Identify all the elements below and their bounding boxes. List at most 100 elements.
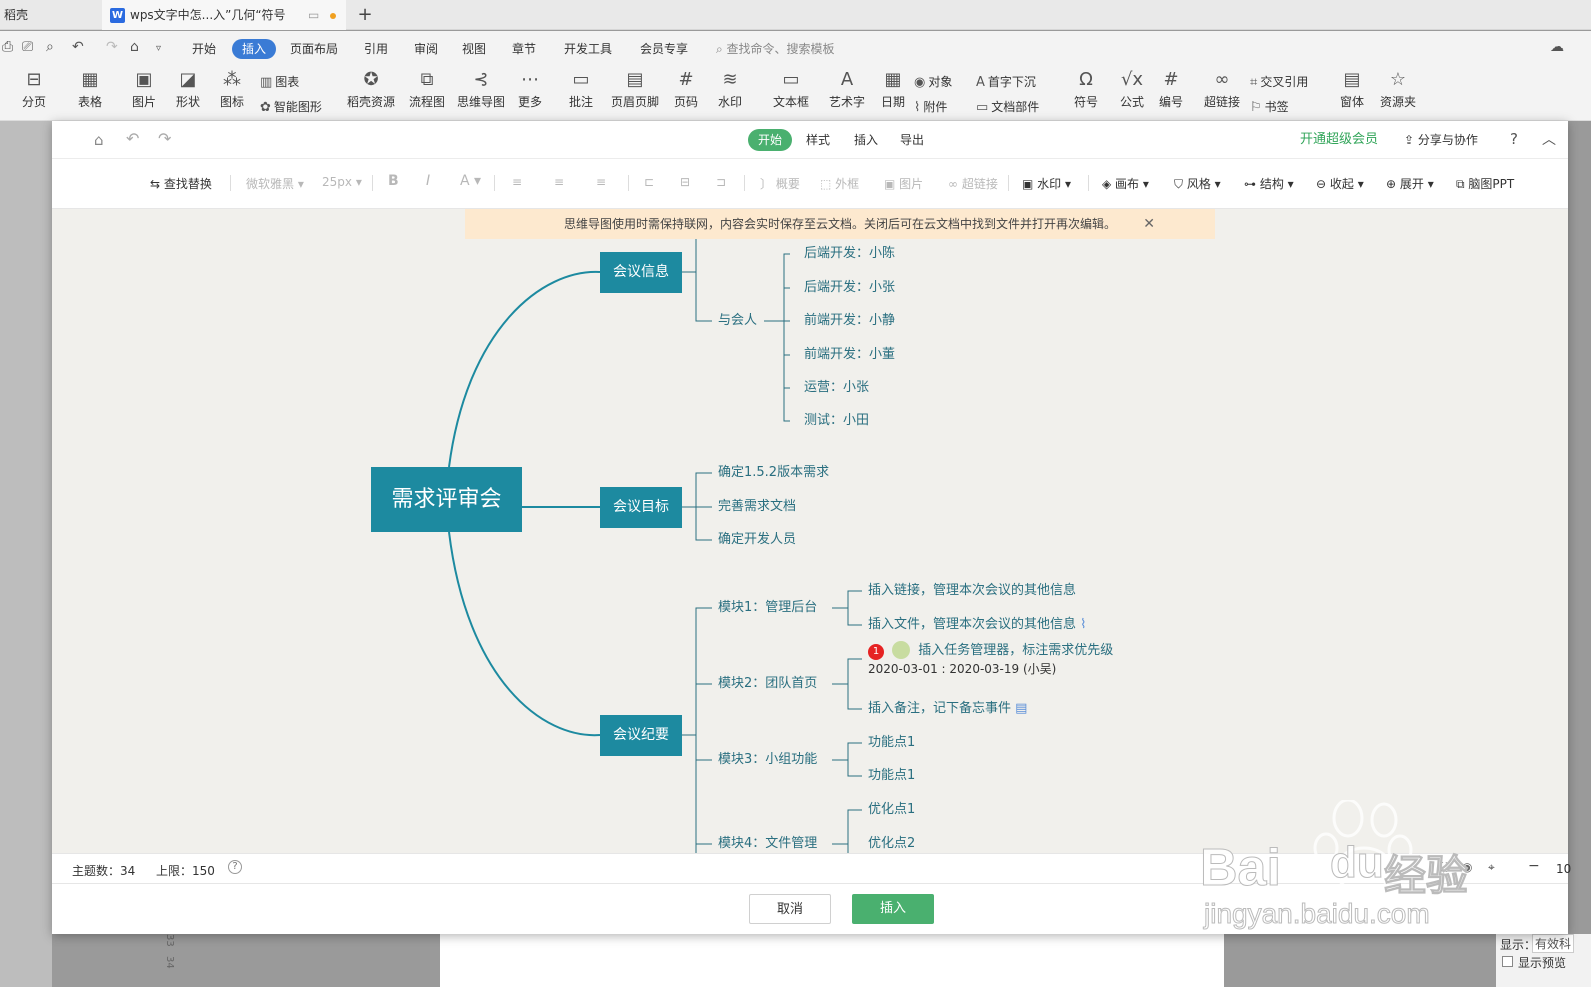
branch-minutes[interactable]: 会议纪要 — [600, 715, 682, 756]
module-node[interactable]: 模块4：文件管理 — [718, 836, 817, 852]
menu-insert[interactable]: 插入 — [232, 39, 277, 59]
page-number-button[interactable]: # 页码 — [668, 69, 704, 110]
attendee-node[interactable]: 测试：小田 — [804, 413, 869, 429]
watermark-button[interactable]: ▣ 水印 ▾ — [1022, 175, 1071, 192]
progress-icon[interactable] — [892, 641, 911, 659]
command-search[interactable]: ⌕ 查找命令、搜索模板 — [716, 39, 835, 59]
wordart-button[interactable]: A 艺术字 — [824, 69, 870, 110]
paperclip-icon[interactable]: ⌇ — [1080, 617, 1086, 632]
preview-checkbox[interactable] — [1502, 956, 1513, 967]
share-button[interactable]: ⇪ 分享与协作 — [1404, 129, 1478, 151]
goal-node[interactable]: 确定开发人员 — [718, 532, 796, 548]
vip-link[interactable]: 开通超级会员 — [1300, 129, 1378, 151]
undo-icon[interactable]: ↶ — [72, 39, 84, 55]
header-footer-button[interactable]: ▤ 页眉页脚 — [610, 69, 660, 110]
table-button[interactable]: ▦ 表格 — [72, 69, 108, 110]
preview-icon[interactable]: ⌕ — [46, 39, 54, 55]
comment-button[interactable]: ▭ 批注 — [566, 69, 596, 110]
redo-icon[interactable]: ↷ — [106, 39, 118, 55]
new-tab-button[interactable]: + — [354, 0, 376, 30]
module-node[interactable]: 模块2：团队首页 — [718, 676, 817, 692]
docer-resource-button[interactable]: ✪ 稻壳资源 — [346, 69, 396, 110]
date-button[interactable]: ▦ 日期 — [878, 69, 908, 110]
flowchart-button[interactable]: ⧉ 流程图 — [408, 69, 446, 110]
hyperlink-ribbon-button[interactable]: ∞ 超链接 — [1202, 69, 1242, 110]
cancel-button[interactable]: 取消 — [749, 894, 831, 924]
cloud-icon[interactable]: ☁ — [1550, 39, 1564, 55]
hyperlink-button[interactable]: ∞ 超链接 — [948, 175, 998, 192]
m1-file-node[interactable]: 插入文件，管理本次会议的其他信息 ⌇ — [868, 617, 1087, 633]
m2-task-node[interactable]: 1 插入任务管理器，标注需求优先级 — [868, 641, 1113, 660]
attendee-node[interactable]: 前端开发：小静 — [804, 313, 895, 329]
textbox-button[interactable]: ▭ 文本框 — [768, 69, 814, 110]
menu-review[interactable]: 审阅 — [412, 39, 440, 59]
branch-goal[interactable]: 会议目标 — [600, 487, 682, 528]
attendee-node[interactable]: 运营：小张 — [804, 380, 869, 396]
child-topic-icon[interactable]: ⊏ — [644, 175, 654, 189]
tab-insert[interactable]: 插入 — [852, 129, 880, 151]
align-right-icon[interactable]: ≡ — [596, 175, 606, 189]
note-icon[interactable]: ▤ — [1015, 701, 1027, 716]
mind-ppt-button[interactable]: ⧉ 脑图PPT — [1456, 175, 1514, 192]
attachment-button[interactable]: ⌇ 附件 — [914, 98, 947, 115]
collapse-panel-icon[interactable]: ︿ — [1542, 129, 1556, 149]
attendee-node[interactable]: 后端开发：小张 — [804, 280, 895, 296]
m1-link-node[interactable]: 插入链接，管理本次会议的其他信息 — [868, 583, 1076, 599]
m2-note-node[interactable]: 插入备注，记下备忘事件 ▤ — [868, 701, 1027, 717]
symbol-button[interactable]: Ω 符号 — [1068, 69, 1104, 110]
bold-button[interactable]: B — [388, 173, 399, 189]
mindmap-canvas[interactable]: 需求评审会 会议信息 会议目标 会议纪要 与会人 后端开发：小陈 后端开发：小张… — [52, 209, 1568, 853]
print-icon[interactable]: ⎚ — [22, 39, 33, 55]
font-size-select[interactable]: 25px ▾ — [322, 175, 362, 189]
find-replace-button[interactable]: ⇆ 查找替换 — [150, 175, 212, 192]
mindmap-button[interactable]: ⊰ 思维导图 — [456, 69, 506, 110]
shape-button[interactable]: ◪ 形状 — [170, 69, 206, 110]
dropcap-button[interactable]: A 首字下沉 — [976, 73, 1036, 90]
italic-button[interactable]: I — [426, 173, 430, 189]
parent-topic-icon[interactable]: ⊐ — [716, 175, 726, 189]
style-button[interactable]: ⛉ 风格 ▾ — [1174, 175, 1221, 192]
m4-node[interactable]: 优化点2 — [868, 836, 915, 852]
object-button[interactable]: ◉ 对象 — [914, 73, 952, 90]
font-select[interactable]: 微软雅黑 ▾ — [246, 175, 304, 192]
save-icon[interactable]: ⎙ — [2, 39, 13, 55]
attendees-topic[interactable]: 与会人 — [718, 313, 757, 329]
m3-node[interactable]: 功能点1 — [868, 735, 915, 751]
picture-button[interactable]: ▣ 图片 — [126, 69, 162, 110]
menu-page-layout[interactable]: 页面布局 — [288, 39, 340, 59]
canvas-button[interactable]: ◈ 画布 ▾ — [1102, 175, 1149, 192]
format-brush-icon[interactable]: ⌂ — [94, 131, 104, 149]
font-color-button[interactable]: A ▾ — [460, 173, 481, 189]
module-node[interactable]: 模块3：小组功能 — [718, 752, 817, 768]
help-circle-icon[interactable]: ? — [228, 860, 242, 874]
tab-export[interactable]: 导出 — [898, 129, 926, 151]
attendee-node[interactable]: 前端开发：小董 — [804, 347, 895, 363]
icons-button[interactable]: ⁂ 图标 — [214, 69, 250, 110]
m3-node[interactable]: 功能点1 — [868, 768, 915, 784]
align-center-icon[interactable]: ≡ — [554, 175, 564, 189]
insert-button[interactable]: 插入 — [852, 894, 934, 924]
menu-reference[interactable]: 引用 — [362, 39, 390, 59]
collapse-button[interactable]: ⊖ 收起 ▾ — [1316, 175, 1364, 192]
attendee-node[interactable]: 后端开发：小陈 — [804, 246, 895, 262]
bookmark-button[interactable]: ⚐ 书签 — [1250, 98, 1289, 115]
undo-icon[interactable]: ↶ — [126, 129, 139, 148]
summary-button[interactable]: 〕 概要 — [760, 175, 800, 192]
help-button[interactable]: ? — [1510, 130, 1518, 148]
numbering-button[interactable]: # 编号 — [1156, 69, 1186, 110]
root-topic[interactable]: 需求评审会 — [371, 467, 522, 532]
sibling-topic-icon[interactable]: ⊟ — [680, 175, 690, 189]
doc-parts-button[interactable]: ▭ 文档部件 — [976, 98, 1039, 115]
module-node[interactable]: 模块1：管理后台 — [718, 600, 817, 616]
branch-info[interactable]: 会议信息 — [600, 252, 682, 293]
structure-button[interactable]: ⊶ 结构 ▾ — [1244, 175, 1294, 192]
formula-button[interactable]: √x 公式 — [1114, 69, 1150, 110]
page-break-button[interactable]: ⊟ 分页 — [18, 69, 50, 110]
tab-start[interactable]: 开始 — [748, 129, 793, 151]
resource-folder-button[interactable]: ☆ 资源夹 — [1378, 69, 1418, 110]
redo-icon[interactable]: ↷ — [158, 129, 171, 148]
menu-dev-tools[interactable]: 开发工具 — [562, 39, 614, 59]
align-left-icon[interactable]: ≡ — [512, 175, 522, 189]
close-icon[interactable]: ✕ — [1143, 209, 1155, 239]
goal-node[interactable]: 确定1.5.2版本需求 — [718, 465, 829, 481]
